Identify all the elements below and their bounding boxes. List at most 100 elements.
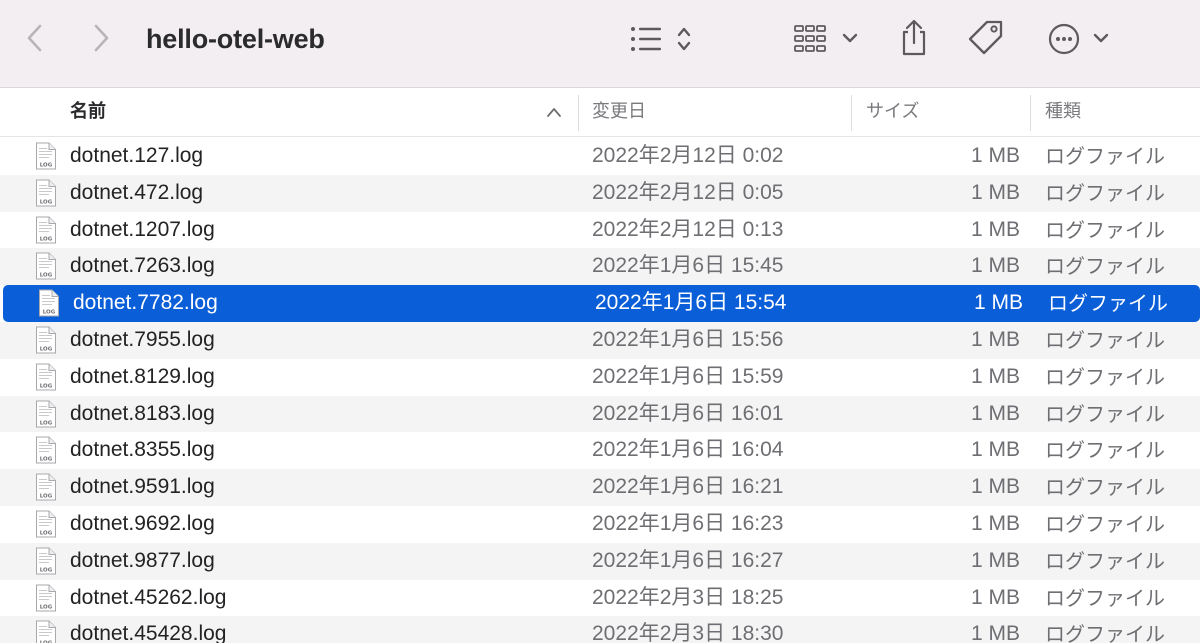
svg-text:LOG: LOG [40, 163, 53, 169]
svg-text:LOG: LOG [40, 236, 53, 242]
file-kind: ログファイル [1045, 585, 1165, 610]
file-kind: ログファイル [1045, 217, 1165, 242]
file-name: dotnet.1207.log [70, 217, 215, 241]
svg-text:LOG: LOG [40, 604, 53, 610]
file-size: 1 MB [973, 291, 1023, 315]
svg-text:LOG: LOG [40, 273, 53, 279]
file-row[interactable]: LOG dotnet.7782.log 2022年1月6日 15:54 1 MB… [3, 285, 1200, 322]
file-row[interactable]: LOG dotnet.8129.log 2022年1月6日 15:59 1 MB… [0, 359, 1200, 396]
file-kind: ログファイル [1045, 511, 1165, 536]
file-row[interactable]: LOG dotnet.1207.log 2022年2月12日 0:13 1 MB… [0, 212, 1200, 249]
log-file-icon: LOG [36, 142, 56, 170]
file-row[interactable]: LOG dotnet.7263.log 2022年1月6日 15:45 1 MB… [0, 248, 1200, 286]
file-date: 2022年1月6日 16:27 [592, 548, 784, 572]
file-date: 2022年1月6日 15:56 [592, 327, 784, 351]
column-divider[interactable] [851, 95, 852, 131]
forward-button[interactable] [84, 20, 118, 56]
column-divider[interactable] [1030, 95, 1031, 131]
tag-button[interactable] [966, 18, 1006, 58]
file-row[interactable]: LOG dotnet.8355.log 2022年1月6日 16:04 1 MB… [0, 432, 1200, 469]
column-header: 名前 変更日 サイズ 種類 [0, 89, 1200, 137]
log-file-icon: LOG [36, 584, 56, 612]
file-size: 1 MB [970, 180, 1020, 204]
chevron-down-icon [1093, 33, 1109, 43]
column-size-header[interactable]: サイズ [866, 89, 919, 137]
log-file-icon: LOG [36, 179, 56, 207]
file-size: 1 MB [970, 511, 1020, 535]
log-file-icon: LOG [39, 289, 59, 317]
column-kind-header[interactable]: 種類 [1045, 89, 1081, 137]
log-file-icon: LOG [36, 252, 56, 280]
more-actions-button[interactable] [1044, 20, 1114, 58]
file-name: dotnet.9692.log [70, 511, 215, 535]
file-kind: ログファイル [1048, 291, 1168, 316]
log-file-icon: LOG [36, 326, 56, 354]
column-divider[interactable] [578, 95, 579, 131]
sort-ascending-icon[interactable] [545, 105, 563, 119]
chevron-left-icon [27, 24, 42, 52]
file-name: dotnet.45262.log [70, 585, 227, 609]
file-row[interactable]: LOG dotnet.127.log 2022年2月12日 0:02 1 MB … [0, 138, 1200, 175]
file-row[interactable]: LOG dotnet.8183.log 2022年1月6日 16:01 1 MB… [0, 395, 1200, 433]
log-file-icon: LOG [36, 620, 56, 643]
file-size: 1 MB [970, 327, 1020, 351]
file-row[interactable]: LOG dotnet.45262.log 2022年2月3日 18:25 1 M… [0, 580, 1200, 617]
finder-window: hello-otel-web 名前 変更日 サイズ 種類 LOG dotnet.… [0, 0, 1200, 643]
grid-icon [794, 25, 858, 52]
file-name: dotnet.45428.log [70, 622, 227, 643]
file-size: 1 MB [970, 475, 1020, 499]
file-kind: ログファイル [1045, 401, 1165, 426]
file-kind: ログファイル [1045, 254, 1165, 279]
file-size: 1 MB [970, 364, 1020, 388]
file-kind: ログファイル [1045, 144, 1165, 168]
file-size: 1 MB [970, 401, 1020, 425]
log-file-icon: LOG [36, 547, 56, 575]
share-button[interactable] [894, 18, 934, 58]
file-size: 1 MB [970, 548, 1020, 572]
file-date: 2022年2月12日 0:05 [592, 180, 784, 204]
file-name: dotnet.472.log [70, 180, 204, 204]
file-date: 2022年1月6日 15:59 [592, 364, 784, 388]
log-file-icon: LOG [36, 436, 56, 464]
group-view-button[interactable] [790, 20, 862, 58]
toolbar: hello-otel-web [0, 0, 1200, 88]
file-row[interactable]: LOG dotnet.9877.log 2022年1月6日 16:27 1 MB… [0, 542, 1200, 580]
file-kind: ログファイル [1045, 364, 1165, 389]
file-date: 2022年1月6日 16:21 [592, 475, 784, 499]
file-name: dotnet.8183.log [70, 401, 215, 425]
file-date: 2022年2月3日 18:30 [592, 622, 784, 643]
back-button[interactable] [18, 20, 52, 56]
file-kind: ログファイル [1045, 475, 1165, 500]
file-kind: ログファイル [1045, 327, 1165, 352]
file-name: dotnet.7955.log [70, 327, 215, 351]
file-name: dotnet.9591.log [70, 475, 215, 499]
log-file-icon: LOG [36, 216, 56, 244]
log-file-icon: LOG [36, 510, 56, 538]
file-date: 2022年1月6日 16:04 [592, 438, 784, 462]
file-row[interactable]: LOG dotnet.7955.log 2022年1月6日 15:56 1 MB… [0, 321, 1200, 359]
svg-text:LOG: LOG [40, 567, 53, 573]
file-name: dotnet.9877.log [70, 548, 215, 572]
log-file-icon: LOG [36, 400, 56, 428]
svg-text:LOG: LOG [40, 494, 53, 500]
file-row[interactable]: LOG dotnet.9692.log 2022年1月6日 16:23 1 MB… [0, 506, 1200, 543]
svg-text:LOG: LOG [40, 199, 53, 205]
column-name-header[interactable]: 名前 [70, 89, 106, 137]
svg-text:LOG: LOG [40, 420, 53, 426]
tag-icon [968, 20, 1003, 55]
file-date: 2022年1月6日 16:23 [592, 511, 784, 535]
svg-text:LOG: LOG [40, 346, 53, 352]
file-row[interactable]: LOG dotnet.472.log 2022年2月12日 0:05 1 MB … [0, 174, 1200, 212]
list-view-button[interactable] [626, 20, 698, 58]
file-name: dotnet.127.log [70, 144, 204, 167]
file-size: 1 MB [970, 585, 1020, 609]
column-date-header[interactable]: 変更日 [592, 89, 646, 137]
file-name: dotnet.8129.log [70, 364, 215, 388]
file-row[interactable]: LOG dotnet.45428.log 2022年2月3日 18:30 1 M… [0, 616, 1200, 643]
file-name: dotnet.7782.log [73, 291, 218, 315]
file-date: 2022年1月6日 15:54 [595, 291, 787, 315]
file-row[interactable]: LOG dotnet.9591.log 2022年1月6日 16:21 1 MB… [0, 469, 1200, 506]
svg-text:LOG: LOG [40, 530, 53, 536]
file-kind: ログファイル [1045, 180, 1165, 205]
ellipsis-circle-icon [1048, 23, 1109, 55]
